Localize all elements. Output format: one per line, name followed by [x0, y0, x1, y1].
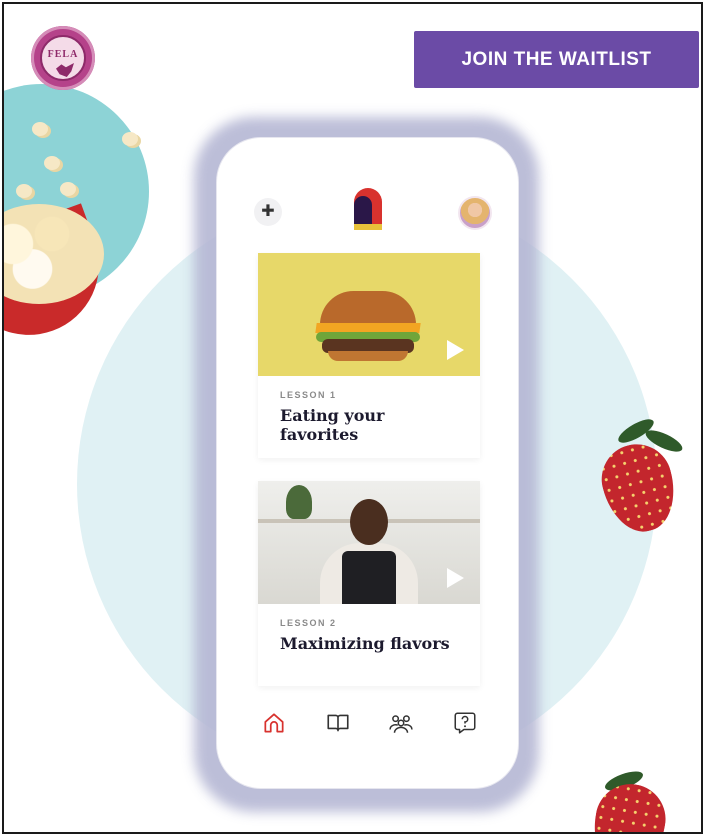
logo-text: FELA: [47, 49, 79, 60]
play-icon[interactable]: [447, 340, 464, 360]
app-logo-yellow-shape: [354, 224, 382, 230]
chef-in-kitchen-image: [258, 481, 480, 604]
community-icon: [389, 715, 413, 733]
tab-bar: [257, 706, 482, 740]
avatar[interactable]: [458, 196, 492, 230]
burger-image: [258, 253, 480, 376]
lesson-label: LESSON 1: [280, 390, 337, 400]
chef-apron: [342, 551, 396, 604]
app-logo: [354, 188, 382, 232]
book-icon: [327, 714, 349, 732]
tab-help[interactable]: [448, 706, 482, 740]
kitchen-plant: [286, 485, 312, 519]
chef-head: [350, 499, 388, 545]
lesson-title: Eating your favorites: [280, 406, 385, 444]
org-logo[interactable]: FELA: [31, 26, 95, 90]
play-icon[interactable]: [447, 568, 464, 588]
lesson-title: Maximizing flavors: [280, 634, 450, 653]
state-seal-logo: [56, 63, 74, 77]
tab-lessons[interactable]: [321, 706, 355, 740]
phone-mockup: ✚ LESSON 1 Eating your favorites LESSON …: [217, 138, 518, 788]
lesson-card-body: LESSON 1 Eating your favorites: [258, 376, 480, 444]
home-icon: [264, 713, 284, 733]
popcorn-kernel: [44, 156, 60, 170]
popcorn-kernel: [32, 122, 48, 136]
popcorn-kernel: [60, 182, 76, 196]
lesson-card-body: LESSON 2 Maximizing flavors: [258, 604, 480, 653]
popcorn-kernel: [122, 132, 138, 146]
join-waitlist-button[interactable]: JOIN THE WAITLIST: [414, 31, 699, 88]
page-frame: FELA JOIN THE WAITLIST ✚ LESSON 1 Eating…: [2, 2, 703, 834]
lesson-card[interactable]: LESSON 2 Maximizing flavors: [258, 481, 480, 686]
lesson-label: LESSON 2: [280, 618, 337, 628]
strawberry-image: [586, 778, 672, 832]
plus-icon[interactable]: ✚: [254, 198, 282, 226]
lesson-card[interactable]: LESSON 1 Eating your favorites: [258, 253, 480, 458]
tab-community[interactable]: [384, 706, 418, 740]
help-icon: [454, 712, 476, 734]
popcorn-kernel: [16, 184, 32, 198]
tab-home[interactable]: [257, 706, 291, 740]
burger-bun-bottom: [328, 351, 408, 361]
app-logo-purple-shape: [354, 196, 372, 226]
logo-inner: FELA: [40, 35, 86, 81]
